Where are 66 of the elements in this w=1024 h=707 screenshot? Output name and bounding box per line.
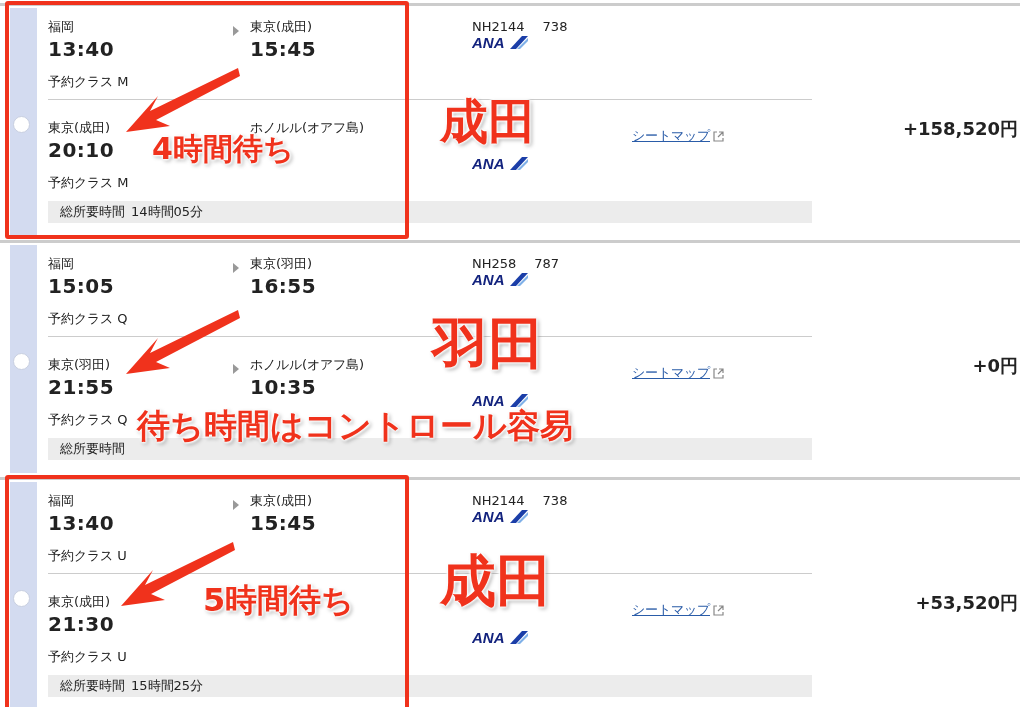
airline-logo: ANA — [472, 393, 528, 408]
arrow-icon — [233, 263, 239, 273]
arrival-time: 15:45 — [250, 36, 317, 63]
aircraft-type: 738 — [542, 492, 568, 509]
duration-label: 総所要時間 — [60, 440, 125, 458]
departure-time: 20:10 — [48, 137, 115, 164]
aircraft-type: 738 — [542, 18, 568, 35]
annotation-label: 5時間待ち — [203, 584, 355, 616]
external-link-icon — [713, 367, 724, 379]
price-difference: +0円 — [971, 354, 1019, 378]
external-link-icon — [713, 130, 724, 142]
booking-class: 予約クラス M — [48, 73, 129, 90]
booking-class: 予約クラス U — [48, 648, 127, 665]
price-difference: +158,520円 — [901, 117, 1019, 141]
duration-label: 総所要時間 — [60, 677, 125, 695]
booking-class: 予約クラス U — [48, 547, 127, 564]
arrival-time: 16:55 — [250, 273, 317, 300]
departure-airport: 福岡 — [48, 18, 74, 35]
radio-button[interactable] — [13, 116, 30, 133]
external-link-icon — [713, 604, 724, 616]
seat-map-link[interactable]: シートマップ — [632, 127, 710, 145]
annotation-label: 羽田 — [432, 316, 544, 372]
departure-time: 21:55 — [48, 374, 115, 401]
arrow-icon — [233, 364, 239, 374]
departure-time: 15:05 — [48, 273, 115, 300]
airline-logo: ANA — [472, 272, 528, 287]
annotation-label: 待ち時間はコントロール容易 — [137, 409, 573, 442]
departure-airport: 東京(成田) — [48, 593, 111, 610]
departure-time: 13:40 — [48, 36, 115, 63]
flight-number: NH258 — [472, 255, 517, 272]
seat-map-link[interactable]: シートマップ — [632, 364, 710, 382]
departure-time: 21:30 — [48, 611, 115, 638]
airline-logo: ANA — [472, 509, 528, 524]
arrival-airport: 東京(成田) — [250, 18, 313, 35]
arrow-icon — [233, 500, 239, 510]
price-difference: +53,520円 — [914, 591, 1019, 615]
duration-value: 14時間05分 — [131, 203, 204, 221]
airline-logo: ANA — [472, 35, 528, 50]
flight-number: NH2144 — [472, 492, 525, 509]
arrival-airport: ホノルル(オアフ島) — [250, 356, 365, 373]
annotation-label: 成田 — [440, 553, 552, 609]
airline-logo: ANA — [472, 156, 528, 171]
airline-logo: ANA — [472, 630, 528, 645]
departure-airport: 福岡 — [48, 492, 74, 509]
departure-time: 13:40 — [48, 510, 115, 537]
radio-button[interactable] — [13, 353, 30, 370]
arrival-time: 10:35 — [250, 374, 317, 401]
duration-label: 総所要時間 — [60, 203, 125, 221]
arrival-time: 15:45 — [250, 510, 317, 537]
arrival-airport: 東京(成田) — [250, 492, 313, 509]
annotation-label: 4時間待ち — [152, 134, 294, 164]
duration-value: 15時間25分 — [131, 677, 204, 695]
arrow-icon — [233, 26, 239, 36]
booking-class: 予約クラス Q — [48, 310, 128, 327]
aircraft-type: 787 — [534, 255, 560, 272]
radio-button[interactable] — [13, 590, 30, 607]
annotation-label: 成田 — [440, 97, 536, 145]
departure-airport: 福岡 — [48, 255, 74, 272]
booking-class: 予約クラス M — [48, 174, 129, 191]
flight-number: NH2144 — [472, 18, 525, 35]
departure-airport: 東京(成田) — [48, 119, 111, 136]
departure-airport: 東京(羽田) — [48, 356, 111, 373]
seat-map-link[interactable]: シートマップ — [632, 601, 710, 619]
arrival-airport: ホノルル(オアフ島) — [250, 119, 365, 135]
booking-class: 予約クラス Q — [48, 411, 128, 428]
arrival-airport: 東京(羽田) — [250, 255, 313, 272]
